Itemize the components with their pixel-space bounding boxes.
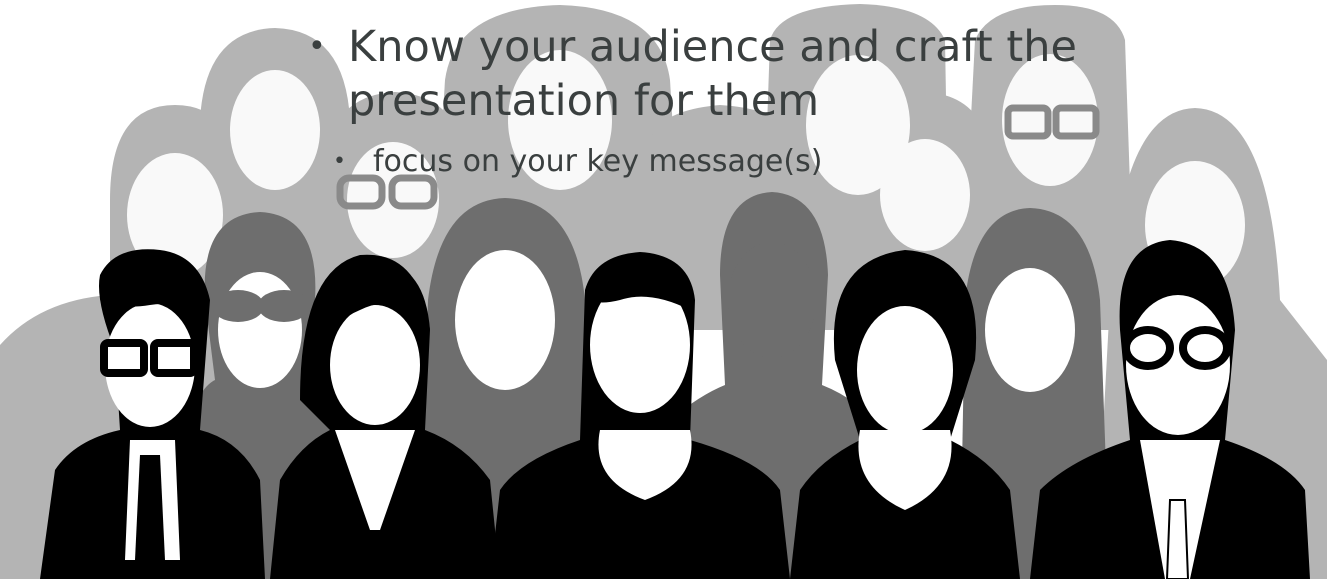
front-row-ties <box>135 455 165 575</box>
bullet-list: • Know your audience and craft the prese… <box>0 0 1327 200</box>
bullet-marker: • <box>333 149 346 174</box>
front-row-ties-light <box>1165 499 1190 579</box>
bullet-text-main: Know your audience and craft the present… <box>348 22 1077 126</box>
middle-row-beard <box>728 242 816 358</box>
bullet-text-sub: focus on your key message(s) <box>373 144 823 179</box>
slide: • Know your audience and craft the prese… <box>0 0 1327 579</box>
bullet-marker: • <box>308 29 326 64</box>
